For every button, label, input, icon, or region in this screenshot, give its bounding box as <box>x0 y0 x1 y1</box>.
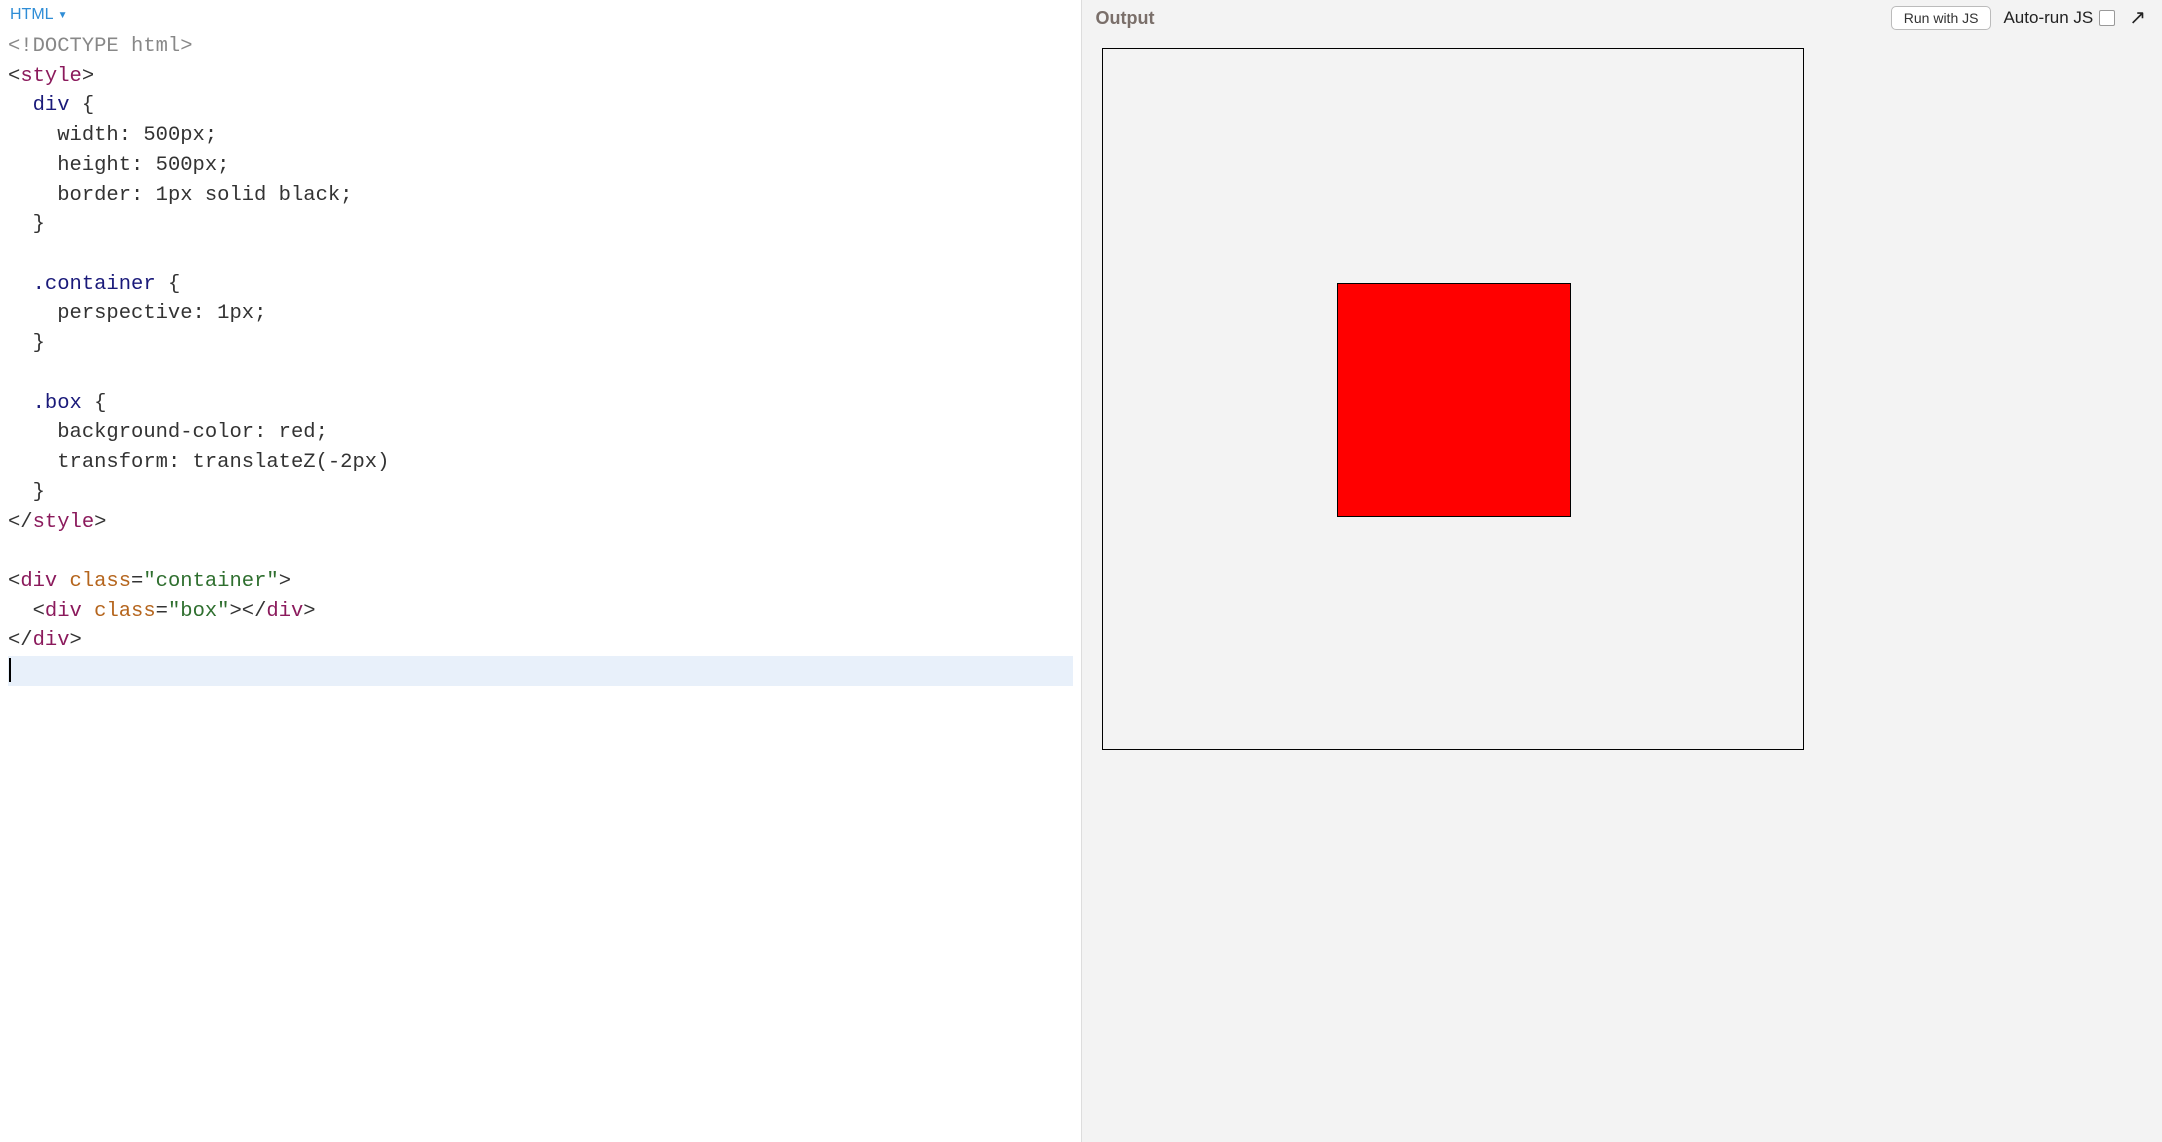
code-line <box>8 359 1073 389</box>
caret-down-icon: ▼ <box>58 10 68 21</box>
code-line: .container { <box>8 270 1073 300</box>
code-editor[interactable]: <!DOCTYPE html><style> div { width: 500p… <box>0 28 1081 1142</box>
code-line: height: 500px; <box>8 151 1073 181</box>
code-line: </style> <box>8 508 1073 538</box>
code-line <box>8 537 1073 567</box>
code-line: <div class="box"></div> <box>8 597 1073 627</box>
code-line: width: 500px; <box>8 121 1073 151</box>
preview-container-div <box>1102 48 1804 750</box>
autorun-toggle[interactable]: Auto-run JS <box>2003 8 2115 28</box>
code-line: <!DOCTYPE html> <box>8 32 1073 62</box>
expand-icon[interactable]: ↗ <box>2127 8 2148 28</box>
code-line: } <box>8 478 1073 508</box>
code-line: div { <box>8 91 1073 121</box>
code-editor-pane: HTML ▼ <!DOCTYPE html><style> div { widt… <box>0 0 1082 1142</box>
preview-box-div <box>1337 283 1571 517</box>
language-selector[interactable]: HTML ▼ <box>10 6 67 24</box>
preview-area <box>1082 36 2162 1142</box>
code-line: transform: translateZ(-2px) <box>8 448 1073 478</box>
code-line <box>8 240 1073 270</box>
output-header: Output Run with JS Auto-run JS ↗ <box>1082 0 2162 36</box>
code-line: </div> <box>8 626 1073 656</box>
code-line: border: 1px solid black; <box>8 181 1073 211</box>
run-with-js-button[interactable]: Run with JS <box>1891 6 1992 30</box>
language-label: HTML <box>10 6 54 24</box>
code-line: <style> <box>8 62 1073 92</box>
output-pane: Output Run with JS Auto-run JS ↗ <box>1082 0 2162 1142</box>
code-line: .box { <box>8 389 1073 419</box>
output-title: Output <box>1096 8 1879 29</box>
autorun-label: Auto-run JS <box>2003 8 2093 28</box>
editor-header: HTML ▼ <box>0 0 1081 28</box>
code-line: } <box>8 210 1073 240</box>
code-line: <div class="container"> <box>8 567 1073 597</box>
code-line: } <box>8 329 1073 359</box>
code-line: background-color: red; <box>8 418 1073 448</box>
code-line <box>8 656 1073 686</box>
autorun-checkbox[interactable] <box>2099 10 2115 26</box>
code-line: perspective: 1px; <box>8 299 1073 329</box>
